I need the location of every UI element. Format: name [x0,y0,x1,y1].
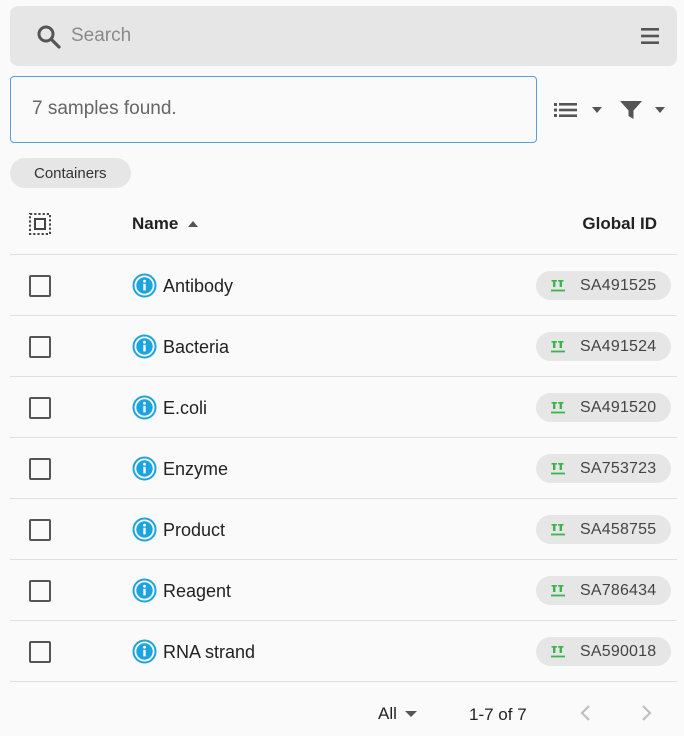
chevron-left-icon[interactable] [576,703,596,723]
global-id-value: SA458755 [580,521,657,538]
row-checkbox[interactable] [29,641,51,663]
table-row[interactable]: RNA strand SA590018 [10,621,677,682]
caret-down-icon [404,710,417,717]
view-mode-button[interactable] [553,96,605,124]
row-checkbox[interactable] [29,275,51,297]
global-id-value: SA786434 [580,582,657,599]
global-id-chip[interactable]: SA491525 [536,271,671,300]
global-id-column-header[interactable]: Global ID [582,214,657,234]
search-icon [37,25,61,49]
sample-icon [551,646,565,658]
info-icon[interactable] [132,517,157,542]
info-icon[interactable] [132,395,157,420]
filter-button[interactable] [619,96,671,124]
row-checkbox[interactable] [29,458,51,480]
sample-name[interactable]: Product [163,520,225,541]
row-checkbox[interactable] [29,519,51,541]
global-id-value: SA590018 [580,643,657,660]
results-message-box: 7 samples found. [10,76,537,143]
sample-icon [551,280,565,292]
caret-down-icon [655,107,665,113]
sample-icon [551,585,565,597]
sample-name[interactable]: E.coli [163,398,207,419]
global-id-value: SA491524 [580,338,657,355]
row-checkbox[interactable] [29,580,51,602]
table-row[interactable]: Bacteria SA491524 [10,316,677,377]
search-input[interactable] [70,20,610,52]
info-icon[interactable] [132,639,157,664]
chevron-right-icon[interactable] [636,703,656,723]
sample-name[interactable]: Reagent [163,581,231,602]
sample-icon [551,463,565,475]
global-id-chip[interactable]: SA786434 [536,576,671,605]
global-id-chip[interactable]: SA590018 [536,637,671,666]
global-id-chip[interactable]: SA491524 [536,332,671,361]
select-all-icon[interactable] [28,212,52,236]
global-id-chip[interactable]: SA458755 [536,515,671,544]
sample-icon [551,402,565,414]
info-icon[interactable] [132,334,157,359]
rows-per-page-value: All [378,704,397,723]
global-id-chip[interactable]: SA753723 [536,454,671,483]
rows-per-page-select[interactable]: All [378,704,417,724]
sample-name[interactable]: Bacteria [163,337,229,358]
sample-icon [551,341,565,353]
row-checkbox[interactable] [29,397,51,419]
table-row[interactable]: Enzyme SA753723 [10,438,677,499]
table-row[interactable]: Reagent SA786434 [10,560,677,621]
containers-chip[interactable]: Containers [10,158,131,188]
table-row[interactable]: Product SA458755 [10,499,677,560]
search-bar [10,6,677,66]
containers-chip-label: Containers [34,164,107,182]
caret-down-icon [592,107,602,113]
name-column-header[interactable]: Name [132,214,199,234]
info-icon[interactable] [132,456,157,481]
info-icon[interactable] [132,578,157,603]
row-checkbox[interactable] [29,336,51,358]
sort-ascending-icon [188,221,199,227]
global-id-value: SA491525 [580,277,657,294]
pagination-range: 1-7 of 7 [469,705,527,724]
pagination: All 1-7 of 7 [10,690,677,736]
global-id-chip[interactable]: SA491520 [536,393,671,422]
sample-name[interactable]: Antibody [163,276,233,297]
global-id-value: SA753723 [580,460,657,477]
list-view-icon [554,103,577,117]
menu-icon[interactable] [639,26,661,46]
info-icon[interactable] [132,273,157,298]
sample-name[interactable]: Enzyme [163,459,228,480]
results-message: 7 samples found. [32,98,177,119]
filter-icon [620,101,642,119]
sample-name[interactable]: RNA strand [163,642,255,663]
table-row[interactable]: E.coli SA491520 [10,377,677,438]
global-id-value: SA491520 [580,399,657,416]
table-header: Name Global ID [10,194,677,255]
sample-icon [551,524,565,536]
name-column-label: Name [132,214,179,233]
table-row[interactable]: Antibody SA491525 [10,255,677,316]
